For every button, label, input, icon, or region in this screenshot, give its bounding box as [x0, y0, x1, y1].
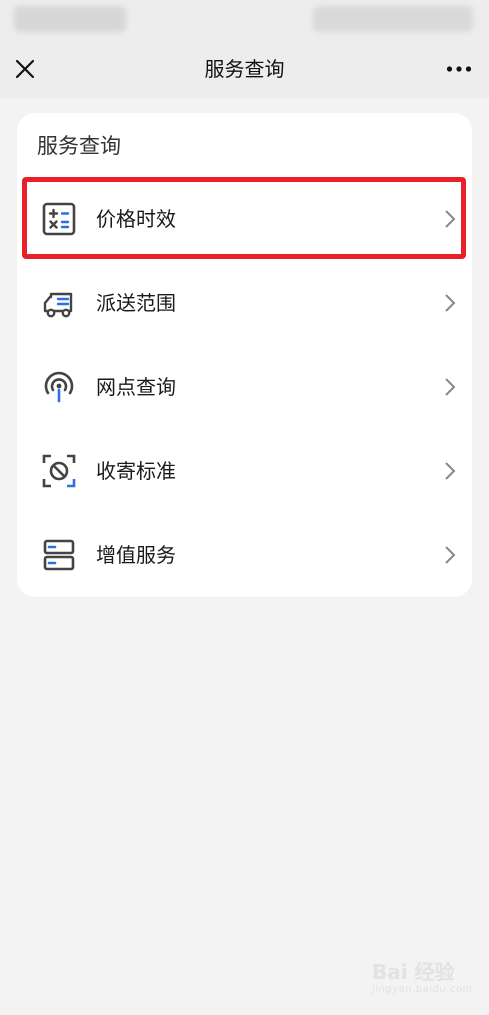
- prohibited-scan-icon: [42, 454, 76, 488]
- more-dots-icon: [446, 66, 472, 72]
- menu-item-mailing-standard[interactable]: 收寄标准: [17, 429, 472, 513]
- menu-item-delivery-range[interactable]: 派送范围: [17, 261, 472, 345]
- server-stack-icon: [43, 539, 75, 571]
- menu-item-label: 派送范围: [96, 291, 176, 315]
- chevron-right-icon: [445, 546, 456, 564]
- menu-item-price-time[interactable]: 价格时效: [17, 177, 472, 261]
- watermark: Bai 经验 jingyan.baidu.com: [372, 960, 476, 1004]
- menu-item-value-added-service[interactable]: 增值服务: [17, 513, 472, 597]
- menu-item-label: 收寄标准: [96, 459, 176, 483]
- chevron-right-icon: [445, 294, 456, 312]
- menu-item-label: 网点查询: [96, 375, 176, 399]
- close-icon: [15, 59, 35, 79]
- close-button[interactable]: [8, 52, 42, 86]
- delivery-truck-icon: [43, 292, 73, 318]
- status-bar: [0, 0, 489, 40]
- watermark-text: Bai 经验: [372, 960, 455, 984]
- more-options-button[interactable]: [443, 53, 475, 85]
- page-title: 服务查询: [204, 57, 285, 81]
- chevron-right-icon: [445, 378, 456, 396]
- nav-bar: 服务查询: [0, 40, 489, 98]
- menu-item-outlet-search[interactable]: 网点查询: [17, 345, 472, 429]
- menu-item-label: 价格时效: [96, 207, 176, 231]
- watermark-url: jingyan.baidu.com: [372, 984, 473, 995]
- calculator-icon: [42, 202, 76, 236]
- chevron-right-icon: [445, 210, 456, 228]
- location-pin-icon: [44, 371, 74, 403]
- status-bar-left-blurred: [14, 6, 126, 32]
- menu-item-label: 增值服务: [96, 543, 176, 567]
- section-title: 服务查询: [37, 134, 121, 158]
- status-bar-right-blurred: [313, 6, 473, 32]
- chevron-right-icon: [445, 462, 456, 480]
- service-card: 服务查询 价格时效 派送范围 网点查询 收寄标准 增值服务: [17, 113, 472, 597]
